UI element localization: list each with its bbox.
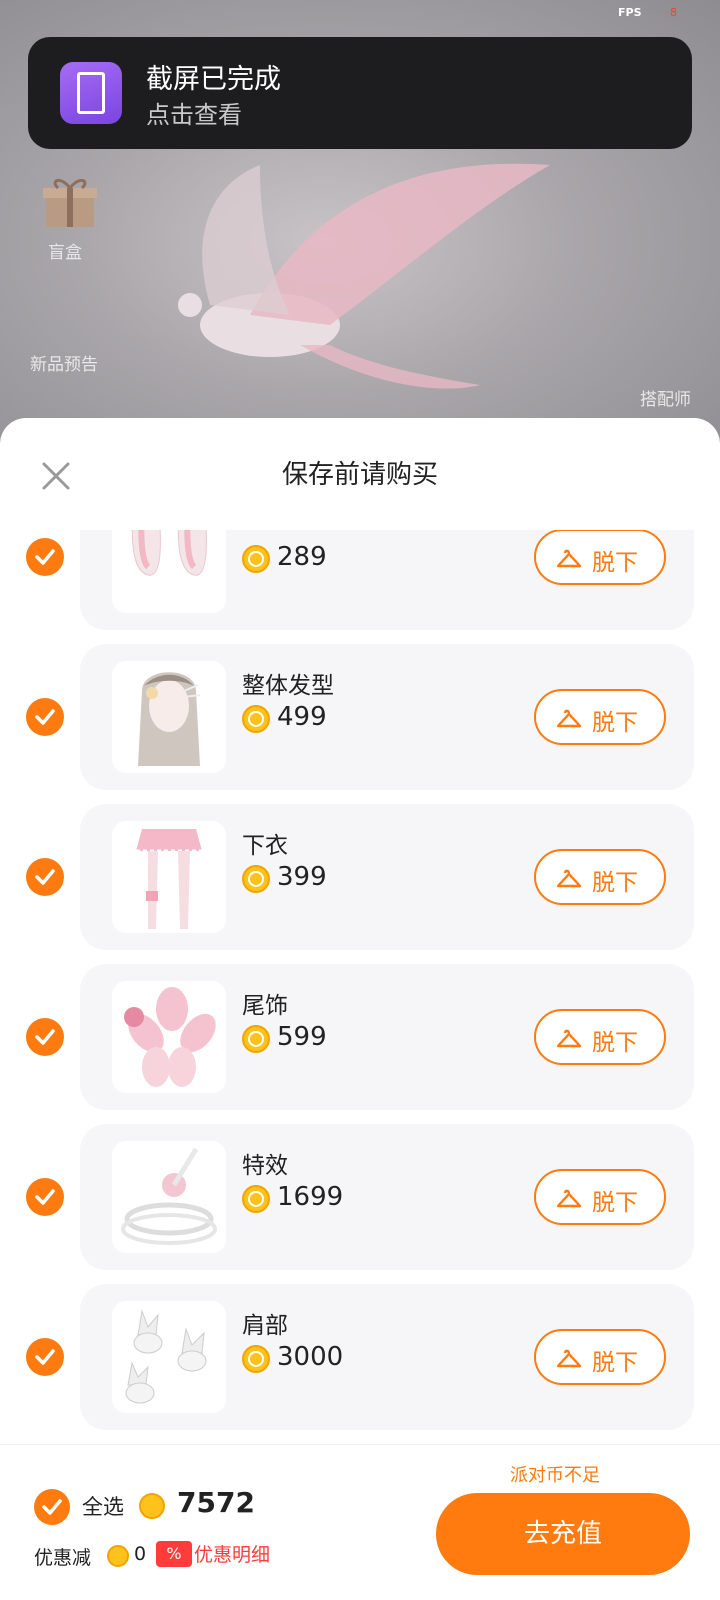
item-checkbox[interactable] — [26, 1178, 64, 1216]
stylist-label: 搭配师 — [640, 390, 691, 410]
purchase-sheet: 保存前请购买 289 脱下 整体发型 499 脱下 下衣 399 脱下 尾饰 5… — [0, 418, 720, 1600]
remove-label: 脱下 — [592, 710, 638, 736]
item-thumbnail — [112, 981, 226, 1093]
remove-label: 脱下 — [592, 870, 638, 896]
remove-button[interactable]: 脱下 — [534, 530, 666, 585]
item-price: 289 — [277, 542, 327, 572]
item-name: 特效 — [242, 1153, 288, 1179]
recharge-button[interactable]: 去充值 — [436, 1493, 690, 1575]
item-thumbnail — [112, 661, 226, 773]
item-thumbnail — [112, 821, 226, 933]
item-price: 399 — [277, 862, 327, 892]
blind-box-label: 盲盒 — [48, 243, 82, 263]
item-thumbnail — [112, 1141, 226, 1253]
item-checkbox[interactable] — [26, 1018, 64, 1056]
list-item: 289 脱下 — [0, 530, 720, 630]
remove-button[interactable]: 脱下 — [534, 849, 666, 905]
coin-icon — [242, 1345, 270, 1373]
sheet-title: 保存前请购买 — [281, 460, 438, 490]
item-price: 599 — [277, 1022, 327, 1052]
total-price: 7572 — [177, 1486, 255, 1519]
remove-button[interactable]: 脱下 — [534, 1329, 666, 1385]
item-card: 289 脱下 — [80, 530, 694, 630]
select-all-label[interactable]: 全选 — [82, 1491, 124, 1521]
hanger-icon — [556, 1189, 582, 1208]
coin-icon — [139, 1493, 165, 1519]
remove-button[interactable]: 脱下 — [534, 689, 666, 745]
remove-label: 脱下 — [592, 1030, 638, 1056]
item-card: 特效 1699 脱下 — [80, 1124, 694, 1270]
item-checkbox[interactable] — [26, 858, 64, 896]
hanger-icon — [556, 1349, 582, 1368]
coin-icon — [242, 545, 270, 573]
coin-icon — [242, 1185, 270, 1213]
coin-icon — [242, 705, 270, 733]
item-card: 肩部 3000 脱下 — [80, 1284, 694, 1430]
discount-detail-link[interactable]: % 优惠明细 — [156, 1540, 270, 1568]
item-name: 肩部 — [242, 1313, 288, 1339]
status-indicator: 8 — [670, 6, 677, 19]
remove-label: 脱下 — [592, 1190, 638, 1216]
item-price: 1699 — [277, 1182, 344, 1212]
remove-button[interactable]: 脱下 — [534, 1169, 666, 1225]
remove-label: 脱下 — [592, 1350, 638, 1376]
item-checkbox[interactable] — [26, 698, 64, 736]
list-item: 整体发型 499 脱下 — [0, 644, 720, 790]
screenshot-icon — [60, 62, 122, 124]
gift-box-icon — [43, 178, 97, 227]
checkout-footer: 派对币不足 全选 7572 优惠减 0 % 优惠明细 去充值 — [0, 1444, 720, 1600]
list-item: 下衣 399 脱下 — [0, 804, 720, 950]
coin-icon — [242, 865, 270, 893]
item-card: 整体发型 499 脱下 — [80, 644, 694, 790]
discount-value: 0 — [134, 1543, 147, 1565]
item-checkbox[interactable] — [26, 1338, 64, 1376]
fps-label: FPS — [618, 6, 642, 19]
item-name: 下衣 — [242, 833, 288, 859]
item-card: 尾饰 599 脱下 — [80, 964, 694, 1110]
list-item: 特效 1699 脱下 — [0, 1124, 720, 1270]
item-name: 尾饰 — [242, 993, 288, 1019]
coin-icon — [242, 1025, 270, 1053]
discount-label: 优惠减 — [34, 1547, 92, 1569]
item-price: 3000 — [277, 1342, 344, 1372]
item-name: 整体发型 — [242, 673, 334, 699]
remove-label: 脱下 — [592, 550, 638, 576]
toast-title: 截屏已完成 — [146, 64, 281, 95]
insufficient-balance-text: 派对币不足 — [510, 1465, 600, 1486]
percent-badge-icon: % — [156, 1540, 192, 1567]
item-checkbox[interactable] — [26, 538, 64, 576]
item-thumbnail — [112, 1301, 226, 1413]
hanger-icon — [556, 869, 582, 888]
discount-detail-label: 优惠明细 — [194, 1544, 271, 1566]
item-price: 499 — [277, 702, 327, 732]
select-all-checkbox[interactable] — [34, 1489, 70, 1525]
item-thumbnail — [112, 530, 226, 613]
coin-icon — [107, 1545, 129, 1567]
hanger-icon — [556, 549, 582, 568]
item-list[interactable]: 289 脱下 整体发型 499 脱下 下衣 399 脱下 尾饰 599 脱下 特… — [0, 530, 720, 1560]
screenshot-toast[interactable]: 截屏已完成 点击查看 — [28, 37, 692, 149]
remove-button[interactable]: 脱下 — [534, 1009, 666, 1065]
new-preview-label: 新品预告 — [30, 355, 98, 375]
list-item: 尾饰 599 脱下 — [0, 964, 720, 1110]
list-item: 肩部 3000 脱下 — [0, 1284, 720, 1430]
toast-subtitle: 点击查看 — [146, 101, 242, 129]
hanger-icon — [556, 709, 582, 728]
item-card: 下衣 399 脱下 — [80, 804, 694, 950]
bird-artwork — [178, 163, 550, 389]
hanger-icon — [556, 1029, 582, 1048]
